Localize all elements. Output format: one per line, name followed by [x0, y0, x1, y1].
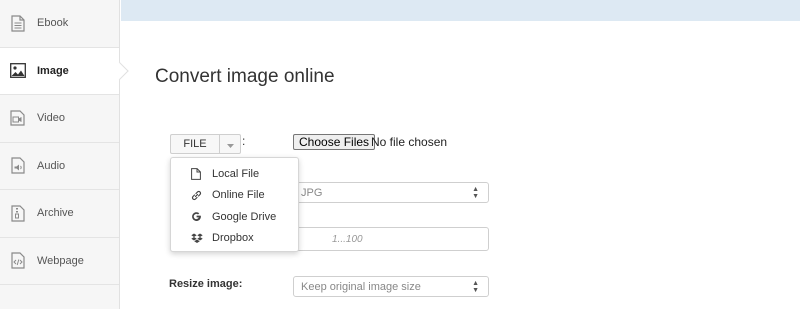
sidebar-item-audio[interactable]: Audio	[0, 143, 119, 190]
dropdown-item-google-drive[interactable]: Google Drive	[171, 206, 298, 228]
ebook-icon	[1, 15, 35, 32]
select-arrows-icon: ▲ ▼	[472, 280, 479, 294]
sidebar-item-label: Audio	[37, 159, 66, 172]
sidebar-item-label: Ebook	[37, 17, 69, 30]
audio-icon	[1, 157, 35, 174]
dropdown-item-local-file[interactable]: Local File	[171, 163, 298, 185]
dropdown-item-label: Google Drive	[212, 210, 277, 223]
webpage-icon	[1, 252, 35, 269]
file-button[interactable]: FILE	[170, 134, 219, 154]
quality-input[interactable]: 1...100	[293, 227, 489, 251]
dropdown-item-label: Online File	[212, 189, 265, 202]
sidebar-item-video[interactable]: Video	[0, 95, 119, 143]
target-format-value: JPG	[301, 186, 323, 199]
sidebar-item-ebook[interactable]: Ebook	[0, 0, 119, 48]
sidebar: Ebook Image Video Audio Archive Webpage	[0, 0, 120, 309]
sidebar-item-label: Video	[37, 112, 65, 125]
resize-image-value: Keep original image size	[301, 280, 421, 293]
dropdown-item-dropbox[interactable]: Dropbox	[171, 228, 298, 250]
dropdown-item-label: Local File	[212, 167, 260, 180]
file-icon	[191, 167, 208, 180]
caret-down-icon	[226, 135, 234, 153]
file-source-dropdown: Local File Online File Google Drive Drop…	[170, 157, 299, 252]
sidebar-item-label: Webpage	[37, 254, 84, 267]
file-status-text: No file chosen	[371, 135, 448, 149]
target-format-select[interactable]: JPG ▲ ▼	[293, 182, 489, 203]
dropdown-item-label: Dropbox	[212, 232, 254, 245]
top-banner	[121, 0, 800, 21]
file-dropdown-toggle[interactable]	[219, 134, 241, 154]
archive-icon	[1, 205, 35, 222]
link-icon	[191, 189, 208, 201]
choose-files-button[interactable]: Choose Files	[293, 134, 376, 150]
quality-placeholder: 1...100	[332, 233, 363, 245]
dropdown-item-online-file[interactable]: Online File	[171, 185, 298, 207]
google-drive-icon	[191, 211, 208, 223]
dropbox-icon	[191, 232, 208, 244]
file-label-colon: :	[242, 134, 246, 148]
sidebar-item-label: Image	[37, 64, 69, 77]
select-arrows-icon: ▲ ▼	[472, 186, 479, 200]
resize-image-label: Resize image:	[169, 278, 243, 290]
sidebar-item-archive[interactable]: Archive	[0, 190, 119, 238]
file-source-button-group: FILE	[170, 134, 241, 154]
image-icon	[1, 63, 35, 79]
video-icon	[1, 110, 35, 126]
sidebar-item-image[interactable]: Image	[0, 47, 119, 95]
sidebar-item-label: Archive	[37, 207, 74, 220]
resize-image-select[interactable]: Keep original image size ▲ ▼	[293, 276, 489, 297]
page-title: Convert image online	[155, 66, 335, 87]
sidebar-item-webpage[interactable]: Webpage	[0, 238, 119, 285]
